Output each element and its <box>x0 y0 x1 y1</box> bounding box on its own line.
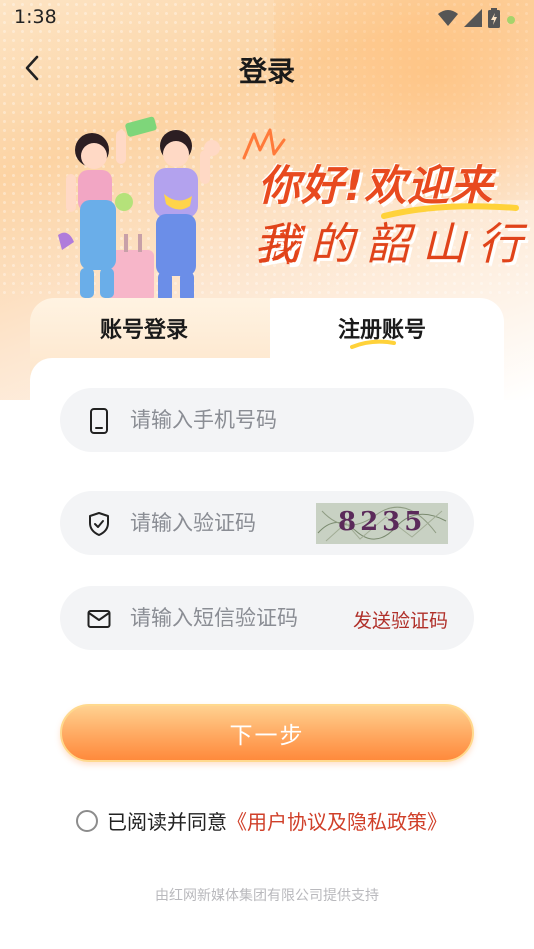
next-step-button[interactable]: 下一步 <box>60 704 474 762</box>
header: 登录 <box>0 40 534 96</box>
footer-credit: 由红网新媒体集团有限公司提供支持 <box>155 888 379 904</box>
phone-icon <box>86 408 112 434</box>
page-title: 登录 <box>238 55 295 88</box>
agreement-link[interactable]: 《用户协议及隐私政策》 <box>227 806 447 835</box>
travelers-illustration <box>58 116 220 302</box>
wifi-icon <box>438 10 458 26</box>
phone-input[interactable] <box>130 402 450 438</box>
captcha-code: 8235 <box>338 507 427 537</box>
mail-icon <box>86 606 112 632</box>
status-icons <box>438 8 516 28</box>
greeting-line2: 我的韶山行 <box>254 219 534 270</box>
captcha-input[interactable] <box>130 505 310 541</box>
sms-code-input[interactable] <box>130 600 330 636</box>
tab-register-underline <box>350 339 396 349</box>
status-bar: 1:38 <box>0 0 534 36</box>
send-code-button[interactable]: 发送验证码 <box>353 606 448 633</box>
battery-icon <box>488 8 500 28</box>
phone-field <box>60 388 474 452</box>
charging-icon <box>507 16 515 24</box>
captcha-field: 8235 <box>60 491 474 555</box>
signal-icon <box>464 9 482 27</box>
agreement-checkbox[interactable] <box>76 809 98 832</box>
captcha-image[interactable]: 8235 <box>316 503 448 544</box>
agreement-text: 已阅读并同意 <box>107 810 227 834</box>
shield-check-icon <box>86 511 112 537</box>
agreement-row: 已阅读并同意 《用户协议及隐私政策》 <box>76 806 447 835</box>
sms-code-field: 发送验证码 <box>60 586 474 650</box>
status-time: 1:38 <box>14 6 57 28</box>
tab-account-login[interactable]: 账号登录 <box>100 312 188 344</box>
